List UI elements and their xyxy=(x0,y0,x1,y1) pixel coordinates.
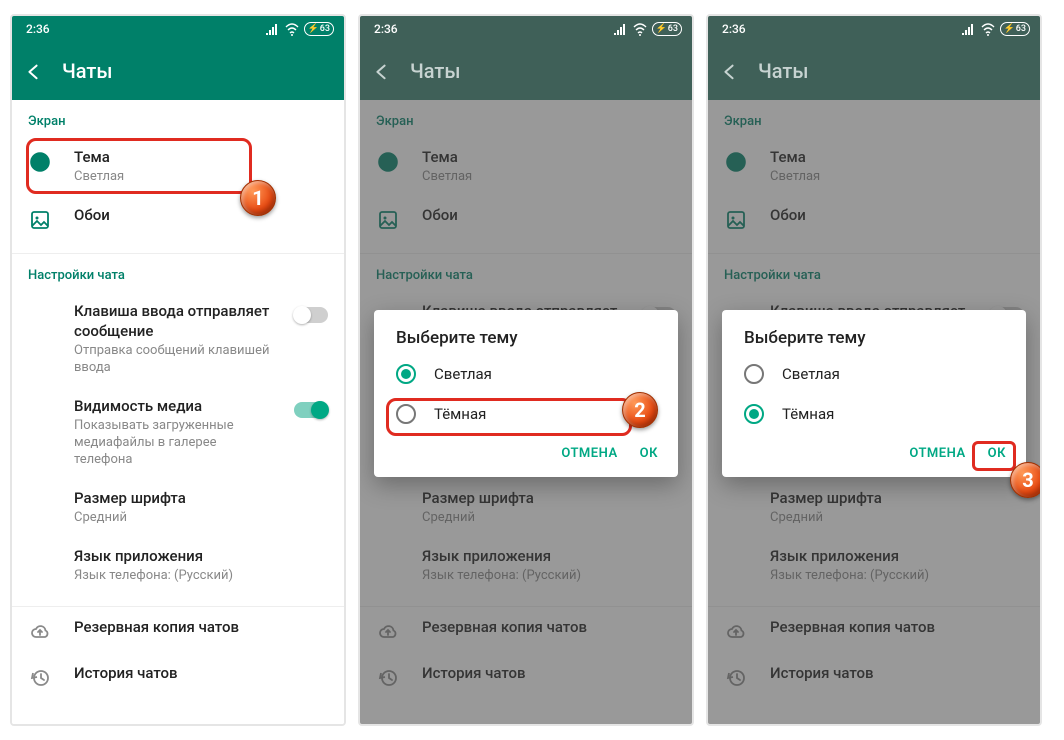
section-chat: Настройки чата xyxy=(708,254,1040,291)
row-applang[interactable]: Язык приложенияЯзык телефона: (Русский) xyxy=(708,536,1040,594)
wifi-icon xyxy=(980,21,996,37)
row-fontsize[interactable]: Размер шрифтаСредний xyxy=(360,478,692,536)
signal-icon xyxy=(264,21,280,37)
appbar-title: Чаты xyxy=(62,59,112,83)
row-fontsize-sub: Средний xyxy=(74,509,328,526)
dialog-cancel[interactable]: ОТМЕНА xyxy=(909,446,965,461)
row-enterkey-title: Клавиша ввода отправляет сообщение xyxy=(74,301,272,341)
row-media[interactable]: Видимость медиа Показывать загруженные м… xyxy=(12,386,344,478)
signal-icon xyxy=(612,21,628,37)
row-backup[interactable]: Резервная копия чатов xyxy=(708,607,1040,653)
row-theme[interactable]: ТемаСветлая xyxy=(360,137,692,195)
battery-indicator: ⚡63 xyxy=(1000,22,1030,36)
section-screen: Экран xyxy=(12,100,344,137)
cloud-icon xyxy=(725,621,747,643)
switch-enterkey[interactable] xyxy=(294,307,328,323)
switch-media[interactable] xyxy=(294,402,328,418)
theme-icon xyxy=(377,151,399,173)
cloud-icon xyxy=(29,621,51,643)
row-enterkey-sub: Отправка сообщений клавишей ввода xyxy=(74,342,272,376)
row-history[interactable]: История чатов xyxy=(360,653,692,699)
row-applang-title: Язык приложения xyxy=(74,546,328,566)
row-applang[interactable]: Язык приложенияЯзык телефона: (Русский) xyxy=(360,536,692,594)
theme-icon xyxy=(725,151,747,173)
row-fontsize[interactable]: Размер шрифтаСредний xyxy=(708,478,1040,536)
step-3-badge: 3 xyxy=(1010,462,1042,498)
highlight-dark-option xyxy=(386,398,632,436)
row-applang-sub: Язык телефона: (Русский) xyxy=(74,567,328,584)
dialog-cancel[interactable]: ОТМЕНА xyxy=(561,446,617,461)
dialog-title: Выберите тему xyxy=(722,328,1026,354)
theme-dialog: Выберите тему Светлая Тёмная ОТМЕНА ОК xyxy=(722,310,1026,477)
radio-light[interactable]: Светлая xyxy=(374,354,678,394)
section-screen: Экран xyxy=(360,100,692,137)
radio-light-label: Светлая xyxy=(782,365,840,383)
section-chat: Настройки чата xyxy=(360,254,692,291)
back-icon[interactable] xyxy=(372,62,390,80)
highlight-ok xyxy=(972,441,1016,471)
signal-icon xyxy=(960,21,976,37)
settings-content: Экран Тема Светлая Обои Настройки чата К… xyxy=(12,100,344,724)
step-1-badge: 1 xyxy=(240,180,276,216)
row-enterkey[interactable]: Клавиша ввода отправляет сообщение Отпра… xyxy=(12,291,344,386)
app-bar: Чаты xyxy=(708,42,1040,100)
row-history-title: История чатов xyxy=(74,663,328,683)
screen-1: 2:36 ⚡63 Чаты Экран Тема Светлая Обои На… xyxy=(10,14,346,726)
status-time: 2:36 xyxy=(722,22,746,36)
row-media-sub: Показывать загруженные медиафайлы в гале… xyxy=(74,417,272,468)
app-bar: Чаты xyxy=(360,42,692,100)
status-bar: 2:36 ⚡63 xyxy=(708,16,1040,42)
wallpaper-icon xyxy=(377,209,399,231)
row-media-title: Видимость медиа xyxy=(74,396,272,416)
section-screen: Экран xyxy=(708,100,1040,137)
dialog-title: Выберите тему xyxy=(374,328,678,354)
appbar-title: Чаты xyxy=(410,59,460,83)
battery-indicator: ⚡63 xyxy=(304,22,334,36)
wifi-icon xyxy=(284,21,300,37)
row-history[interactable]: История чатов xyxy=(708,653,1040,699)
wallpaper-icon xyxy=(29,209,51,231)
app-bar: Чаты xyxy=(12,42,344,100)
row-wallpaper-title: Обои xyxy=(74,205,328,225)
screen-2: 2:36 ⚡63 Чаты Экран ТемаСветлая Обои Нас… xyxy=(358,14,694,726)
row-wallpaper[interactable]: Обои xyxy=(360,195,692,241)
row-applang[interactable]: Язык приложения Язык телефона: (Русский) xyxy=(12,536,344,594)
appbar-title: Чаты xyxy=(758,59,808,83)
status-bar: 2:36 ⚡63 xyxy=(360,16,692,42)
wallpaper-icon xyxy=(725,209,747,231)
radio-light[interactable]: Светлая xyxy=(722,354,1026,394)
row-fontsize-title: Размер шрифта xyxy=(74,488,328,508)
row-fontsize[interactable]: Размер шрифта Средний xyxy=(12,478,344,536)
wifi-icon xyxy=(632,21,648,37)
status-bar: 2:36 ⚡63 xyxy=(12,16,344,42)
radio-light-button[interactable] xyxy=(744,364,764,384)
row-history[interactable]: История чатов xyxy=(12,653,344,699)
highlight-theme xyxy=(26,138,252,194)
screen-3: 2:36 ⚡63 Чаты Экран ТемаСветлая Обои Нас… xyxy=(706,14,1042,726)
step-2-badge: 2 xyxy=(622,392,658,428)
history-icon xyxy=(377,667,399,689)
row-backup[interactable]: Резервная копия чатов xyxy=(12,607,344,653)
radio-dark-button[interactable] xyxy=(744,404,764,424)
row-theme[interactable]: ТемаСветлая xyxy=(708,137,1040,195)
radio-light-button[interactable] xyxy=(396,364,416,384)
battery-indicator: ⚡63 xyxy=(652,22,682,36)
dialog-ok[interactable]: ОК xyxy=(640,446,658,461)
row-backup[interactable]: Резервная копия чатов xyxy=(360,607,692,653)
history-icon xyxy=(725,667,747,689)
row-wallpaper[interactable]: Обои xyxy=(708,195,1040,241)
section-chat: Настройки чата xyxy=(12,254,344,291)
status-time: 2:36 xyxy=(374,22,398,36)
radio-dark[interactable]: Тёмная xyxy=(722,394,1026,434)
row-backup-title: Резервная копия чатов xyxy=(74,617,328,637)
radio-light-label: Светлая xyxy=(434,365,492,383)
back-icon[interactable] xyxy=(720,62,738,80)
history-icon xyxy=(29,667,51,689)
back-icon[interactable] xyxy=(24,62,42,80)
row-wallpaper[interactable]: Обои xyxy=(12,195,344,241)
cloud-icon xyxy=(377,621,399,643)
radio-dark-label: Тёмная xyxy=(782,405,834,423)
status-time: 2:36 xyxy=(26,22,50,36)
